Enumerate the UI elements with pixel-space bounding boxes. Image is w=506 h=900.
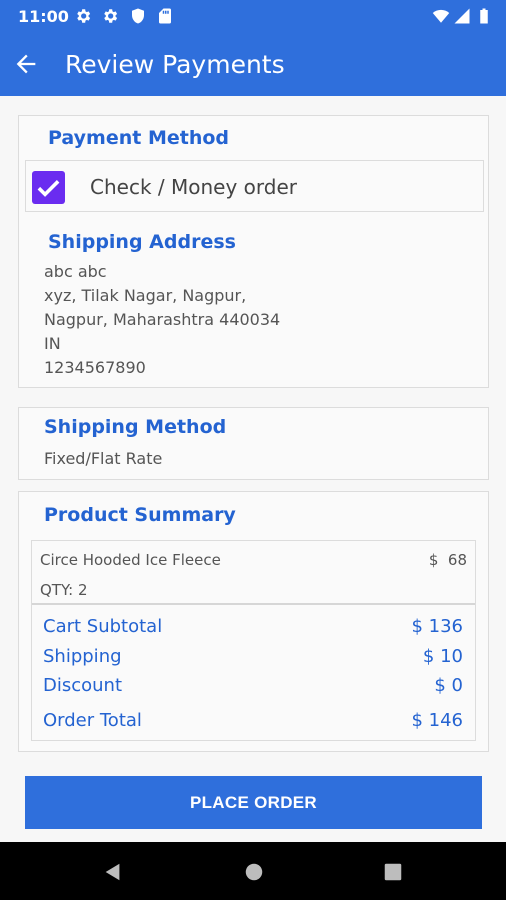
address-line-phone: 1234567890 xyxy=(44,358,146,377)
cart-subtotal-value: $ 136 xyxy=(411,616,463,637)
address-line-street: xyz, Tilak Nagar, Nagpur, xyxy=(44,286,247,305)
arrow-left-icon[interactable] xyxy=(12,50,40,78)
discount-value: $ 0 xyxy=(434,675,463,696)
payment-option-label: Check / Money order xyxy=(90,175,297,199)
place-order-button[interactable]: PLACE ORDER xyxy=(25,776,482,829)
payment-method-heading: Payment Method xyxy=(48,127,230,149)
product-qty: QTY: 2 xyxy=(40,581,88,599)
shipping-address-heading: Shipping Address xyxy=(48,231,236,253)
gear-icon xyxy=(104,9,118,23)
list-item: Circe Hooded Ice Fleece $ 68 QTY: 2 xyxy=(32,541,475,605)
order-total-value: $ 146 xyxy=(411,710,463,731)
sd-card-icon xyxy=(159,8,171,24)
signal-icon xyxy=(454,8,470,24)
status-bar: 11:00 xyxy=(0,0,506,32)
shipping-value: $ 10 xyxy=(422,646,463,667)
recents-square-icon[interactable] xyxy=(382,861,404,883)
payment-address-card: Payment Method Check / Money order Shipp… xyxy=(18,115,489,388)
discount-label: Discount xyxy=(43,675,123,696)
status-time: 11:00 xyxy=(18,7,69,26)
address-line-country: IN xyxy=(44,334,61,353)
shipping-label: Shipping xyxy=(43,646,122,667)
checkmark-icon xyxy=(37,180,60,197)
order-summary-box: Circe Hooded Ice Fleece $ 68 QTY: 2 Cart… xyxy=(31,540,476,741)
cart-subtotal-label: Cart Subtotal xyxy=(43,616,163,637)
wifi-icon xyxy=(432,9,450,23)
product-name: Circe Hooded Ice Fleece xyxy=(40,551,221,569)
payment-method-checkbox[interactable] xyxy=(32,171,65,204)
order-total-label: Order Total xyxy=(43,710,142,731)
product-summary-heading: Product Summary xyxy=(44,504,236,526)
gear-icon xyxy=(77,9,91,23)
shipping-method-card: Shipping Method Fixed/Flat Rate xyxy=(18,407,489,480)
home-circle-icon[interactable] xyxy=(243,861,265,883)
app-bar: Review Payments xyxy=(0,32,506,96)
address-line-city: Nagpur, Maharashtra 440034 xyxy=(44,310,281,329)
product-summary-card: Product Summary Circe Hooded Ice Fleece … xyxy=(18,491,489,752)
shield-icon xyxy=(132,8,144,24)
back-triangle-icon[interactable] xyxy=(102,861,124,883)
address-line-name: abc abc xyxy=(44,262,107,281)
shipping-method-value: Fixed/Flat Rate xyxy=(44,449,163,468)
payment-option-check-money-order[interactable]: Check / Money order xyxy=(25,160,484,212)
page-title: Review Payments xyxy=(65,50,285,79)
shipping-method-heading: Shipping Method xyxy=(44,416,227,438)
product-price: $ 68 xyxy=(428,551,467,569)
battery-icon xyxy=(480,8,488,24)
system-nav-bar xyxy=(0,842,506,900)
